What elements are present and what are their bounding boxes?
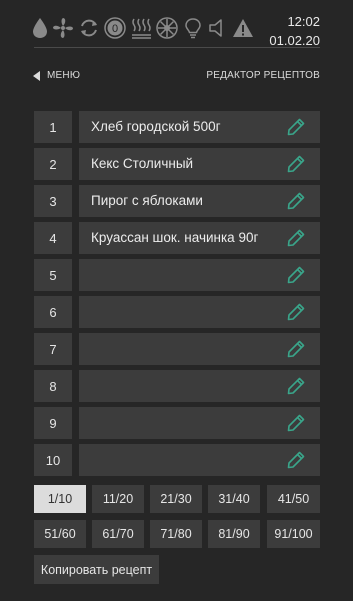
- recipe-row: 4 Круассан шок. начинка 90г: [34, 222, 320, 254]
- pencil-edit-icon[interactable]: [287, 192, 305, 210]
- recipe-row: 9: [34, 407, 320, 439]
- page-button-71-80[interactable]: 71/80: [150, 520, 202, 548]
- pencil-edit-icon[interactable]: [287, 377, 305, 395]
- recipe-number[interactable]: 7: [34, 333, 72, 365]
- svg-text:0: 0: [112, 23, 118, 35]
- header-divider: [34, 47, 320, 48]
- recipe-row: 2 Кекс Столичный: [34, 148, 320, 180]
- recirculation-icon[interactable]: [78, 17, 100, 44]
- recipe-number[interactable]: 9: [34, 407, 72, 439]
- recipe-number[interactable]: 8: [34, 370, 72, 402]
- recipe-row: 1 Хлеб городской 500г: [34, 111, 320, 143]
- recipe-name-field[interactable]: [79, 444, 320, 476]
- recipe-row: 10: [34, 444, 320, 476]
- pencil-edit-icon[interactable]: [287, 118, 305, 136]
- pencil-edit-icon[interactable]: [287, 155, 305, 173]
- recipe-name: Кекс Столичный: [91, 156, 194, 171]
- recipe-name: Круассан шок. начинка 90г: [91, 230, 259, 245]
- recipe-row: 5: [34, 259, 320, 291]
- recipe-row: 7: [34, 333, 320, 365]
- recipe-name-field[interactable]: Круассан шок. начинка 90г: [79, 222, 320, 254]
- pencil-edit-icon[interactable]: [287, 340, 305, 358]
- pencil-edit-icon[interactable]: [287, 266, 305, 284]
- back-label: МЕНЮ: [47, 70, 81, 81]
- page-button-51-60[interactable]: 51/60: [34, 520, 86, 548]
- clock-time: 12:02: [287, 14, 320, 29]
- back-to-menu-button[interactable]: МЕНЮ: [33, 70, 80, 81]
- recipe-row: 3 Пирог с яблоками: [34, 185, 320, 217]
- recipe-number[interactable]: 10: [34, 444, 72, 476]
- page-button-61-70[interactable]: 61/70: [92, 520, 144, 548]
- recipe-name-field[interactable]: [79, 370, 320, 402]
- recipe-name-field[interactable]: Хлеб городской 500г: [79, 111, 320, 143]
- heating-waves-icon[interactable]: [130, 17, 152, 44]
- pencil-edit-icon[interactable]: [287, 229, 305, 247]
- copy-recipe-button[interactable]: Копировать рецепт: [34, 555, 159, 584]
- recipe-row: 6: [34, 296, 320, 328]
- recipe-name-field[interactable]: [79, 259, 320, 291]
- status-icons: 0: [32, 15, 258, 45]
- recipe-name: Хлеб городской 500г: [91, 119, 221, 134]
- clock: 12:02 01.02.20: [269, 12, 320, 50]
- convection-fan-icon[interactable]: [156, 16, 178, 44]
- page-button-31-40[interactable]: 31/40: [208, 485, 260, 513]
- pencil-edit-icon[interactable]: [287, 303, 305, 321]
- recipe-name-field[interactable]: Кекс Столичный: [79, 148, 320, 180]
- warning-icon[interactable]: [232, 17, 254, 44]
- recipe-name-field[interactable]: [79, 333, 320, 365]
- nav-bar: МЕНЮ РЕДАКТОР РЕЦЕПТОВ: [0, 70, 353, 86]
- page-button-1-10[interactable]: 1/10: [34, 485, 86, 513]
- pencil-edit-icon[interactable]: [287, 451, 305, 469]
- recipe-name-field[interactable]: [79, 296, 320, 328]
- page-button-21-30[interactable]: 21/30: [150, 485, 202, 513]
- zero-counter-icon[interactable]: 0: [104, 16, 126, 44]
- recipe-name-field[interactable]: [79, 407, 320, 439]
- recipe-number[interactable]: 1: [34, 111, 72, 143]
- recipe-number[interactable]: 2: [34, 148, 72, 180]
- recipe-number[interactable]: 5: [34, 259, 72, 291]
- pencil-edit-icon[interactable]: [287, 414, 305, 432]
- sound-icon[interactable]: [208, 17, 228, 44]
- page-title: РЕДАКТОР РЕЦЕПТОВ: [206, 70, 320, 81]
- humidity-drop-icon[interactable]: [32, 17, 48, 44]
- recipe-number[interactable]: 3: [34, 185, 72, 217]
- recipe-number[interactable]: 4: [34, 222, 72, 254]
- page-button-91-100[interactable]: 91/100: [267, 520, 320, 548]
- recipe-row: 8: [34, 370, 320, 402]
- recipe-number[interactable]: 6: [34, 296, 72, 328]
- page-button-41-50[interactable]: 41/50: [267, 485, 320, 513]
- status-bar: 0 12:02 01.02.20: [0, 0, 353, 48]
- recipe-name-field[interactable]: Пирог с яблоками: [79, 185, 320, 217]
- recipe-name: Пирог с яблоками: [91, 193, 203, 208]
- fan-icon[interactable]: [52, 17, 74, 44]
- chevron-left-icon: [33, 70, 40, 81]
- page-button-81-90[interactable]: 81/90: [208, 520, 260, 548]
- lamp-icon[interactable]: [182, 17, 204, 44]
- page-button-11-20[interactable]: 11/20: [92, 485, 144, 513]
